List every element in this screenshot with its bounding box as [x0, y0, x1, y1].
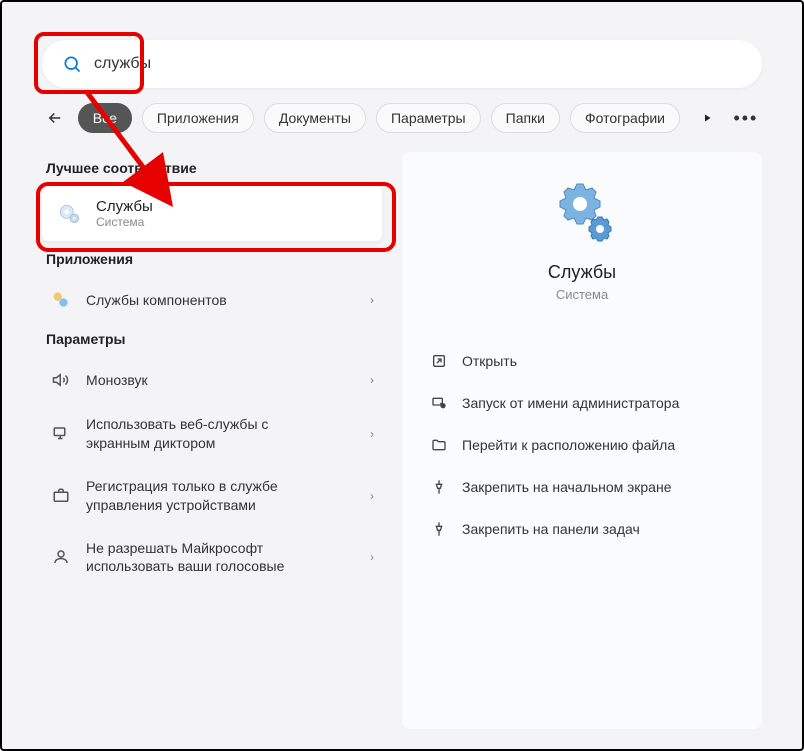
- chevron-right-icon: ›: [370, 550, 374, 564]
- list-item-label: Использовать веб-службы с экранным дикто…: [86, 415, 326, 453]
- pin-icon: [430, 478, 448, 496]
- chevron-right-icon: ›: [370, 427, 374, 441]
- list-item-label: Регистрация только в службе управления у…: [86, 477, 326, 515]
- best-match-subtitle: Система: [96, 215, 153, 229]
- privacy-icon: [50, 546, 72, 568]
- best-match-result[interactable]: Службы Система: [42, 186, 382, 241]
- filter-row: Все Приложения Документы Параметры Папки…: [42, 102, 762, 134]
- action-run-as-admin[interactable]: Запуск от имени администратора: [422, 384, 742, 422]
- component-services-icon: [50, 289, 72, 311]
- pin-icon: [430, 520, 448, 538]
- action-list: Открыть Запуск от имени администратора П…: [422, 342, 742, 548]
- more-button[interactable]: •••: [730, 102, 762, 134]
- filter-chip-apps[interactable]: Приложения: [142, 103, 254, 133]
- chevron-right-icon: ›: [370, 489, 374, 503]
- best-match-text: Службы Система: [96, 198, 153, 229]
- folder-icon: [430, 436, 448, 454]
- best-match-title: Службы: [96, 198, 153, 215]
- app-result-item[interactable]: Службы компонентов ›: [42, 277, 382, 323]
- param-result-item[interactable]: Использовать веб-службы с экранным дикто…: [42, 403, 382, 465]
- param-result-item[interactable]: Монозвук ›: [42, 357, 382, 403]
- results-column: Лучшее соответствие Службы Система Прило…: [42, 152, 382, 729]
- action-open-location[interactable]: Перейти к расположению файла: [422, 426, 742, 464]
- param-result-item[interactable]: Не разрешать Майкрософт использовать ваш…: [42, 527, 382, 589]
- services-icon: [56, 200, 84, 228]
- preview-hero: Службы Система: [422, 182, 742, 302]
- section-best-match: Лучшее соответствие: [46, 160, 382, 176]
- filter-chip-documents[interactable]: Документы: [264, 103, 366, 133]
- sound-icon: [50, 369, 72, 391]
- action-label: Перейти к расположению файла: [462, 437, 675, 453]
- preview-title: Службы: [548, 262, 616, 283]
- section-apps: Приложения: [46, 251, 382, 267]
- filter-chip-folders[interactable]: Папки: [491, 103, 560, 133]
- search-input[interactable]: [94, 55, 742, 73]
- action-pin-taskbar[interactable]: Закрепить на панели задач: [422, 510, 742, 548]
- list-item-label: Монозвук: [86, 371, 148, 390]
- action-label: Закрепить на панели задач: [462, 521, 640, 537]
- section-parameters: Параметры: [46, 331, 382, 347]
- briefcase-icon: [50, 485, 72, 507]
- preview-subtitle: Система: [556, 287, 608, 302]
- param-result-item[interactable]: Регистрация только в службе управления у…: [42, 465, 382, 527]
- content-area: Лучшее соответствие Службы Система Прило…: [42, 152, 762, 729]
- action-pin-start[interactable]: Закрепить на начальном экране: [422, 468, 742, 506]
- filter-chip-parameters[interactable]: Параметры: [376, 103, 481, 133]
- action-open[interactable]: Открыть: [422, 342, 742, 380]
- monitor-icon: [50, 423, 72, 445]
- chevron-right-icon: ›: [370, 373, 374, 387]
- filter-chip-photos[interactable]: Фотографии: [570, 103, 680, 133]
- admin-icon: [430, 394, 448, 412]
- action-label: Закрепить на начальном экране: [462, 479, 672, 495]
- list-item-label: Службы компонентов: [86, 291, 227, 310]
- open-icon: [430, 352, 448, 370]
- action-label: Открыть: [462, 353, 517, 369]
- search-bar[interactable]: [42, 40, 762, 88]
- filter-chip-all[interactable]: Все: [78, 103, 132, 133]
- search-icon: [62, 54, 82, 74]
- action-label: Запуск от имени администратора: [462, 395, 679, 411]
- preview-panel: Службы Система Открыть Запуск от имени а…: [402, 152, 762, 729]
- services-icon-large: [550, 182, 614, 246]
- list-item-label: Не разрешать Майкрософт использовать ваш…: [86, 539, 326, 577]
- back-button[interactable]: [42, 102, 68, 134]
- chevron-right-icon: ›: [370, 293, 374, 307]
- scroll-right-button[interactable]: [694, 102, 720, 134]
